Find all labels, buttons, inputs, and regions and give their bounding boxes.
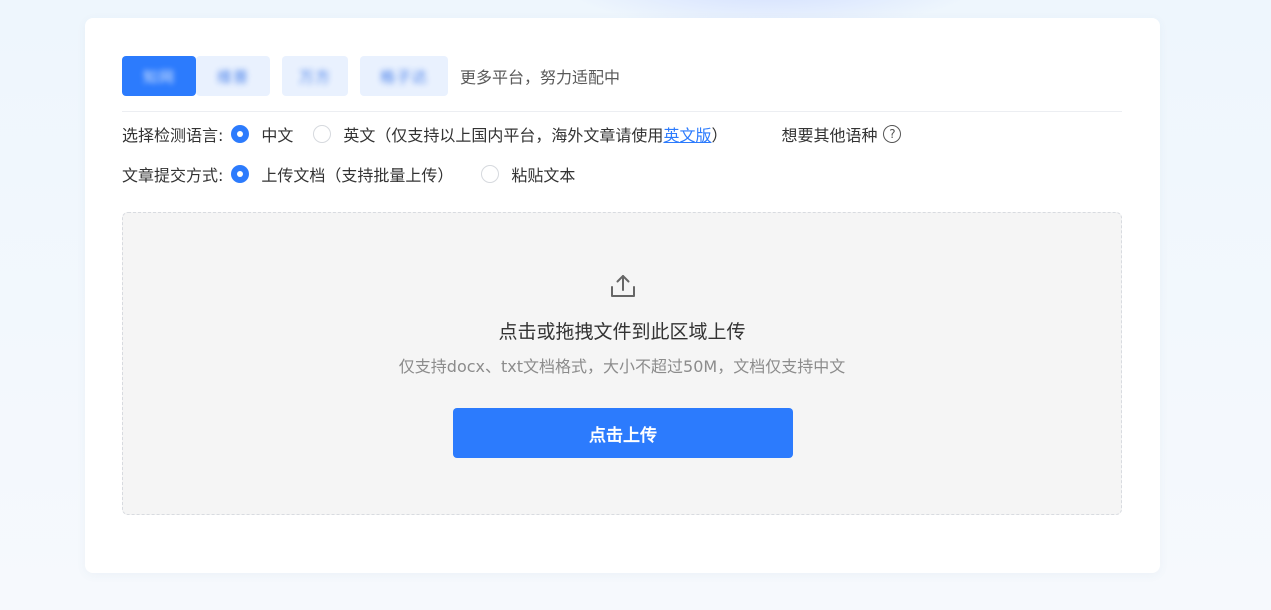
tab-platform-1[interactable]: 知网	[122, 56, 196, 96]
detection-card: 知网 维普 万方 格子达 更多平台，努力适配中 选择检测语言: 中文 英文（仅支…	[85, 18, 1160, 573]
tab-platform-2[interactable]: 维普	[196, 56, 270, 96]
option-label: 英文（仅支持以上国内平台，海外文章请使用	[343, 126, 664, 145]
dropzone-subtitle: 仅支持docx、txt文档格式，大小不超过50M，文档仅支持中文	[398, 357, 846, 376]
radio-paste[interactable]	[481, 165, 500, 183]
more-platforms-note: 更多平台，努力适配中	[460, 68, 621, 87]
submit-option-upload[interactable]: 上传文档（支持批量上传）	[231, 162, 453, 186]
upload-icon	[611, 275, 635, 297]
language-row: 选择检测语言: 中文 英文（仅支持以上国内平台，海外文章请使用 英文版） 想要其他…	[122, 120, 902, 148]
tab-platform-3[interactable]: 万方	[282, 56, 348, 96]
language-option-chinese[interactable]: 中文	[231, 122, 293, 146]
submit-mode-row: 文章提交方式: 上传文档（支持批量上传） 粘贴文本	[122, 160, 575, 188]
platform-tabs: 知网 维普 万方 格子达 更多平台，努力适配中	[122, 56, 620, 96]
tab-label: 万方	[298, 67, 331, 86]
tab-label: 知网	[142, 67, 175, 86]
submit-option-paste[interactable]: 粘贴文本	[481, 162, 575, 186]
option-label-suffix: ）	[711, 126, 728, 145]
language-label: 选择检测语言:	[122, 126, 224, 145]
english-version-link[interactable]: 英文版	[663, 122, 711, 146]
help-icon[interactable]: ?	[883, 125, 902, 143]
radio-upload[interactable]	[231, 165, 250, 183]
tab-platform-4[interactable]: 格子达	[360, 56, 448, 96]
submit-mode-label: 文章提交方式:	[122, 166, 224, 185]
option-label: 中文	[261, 126, 294, 145]
option-label: 粘贴文本	[511, 166, 576, 185]
radio-english[interactable]	[313, 125, 332, 143]
divider	[122, 111, 1122, 112]
radio-chinese[interactable]	[231, 125, 250, 143]
upload-button[interactable]: 点击上传	[453, 408, 793, 458]
language-option-english[interactable]: 英文（仅支持以上国内平台，海外文章请使用 英文版）	[313, 122, 727, 146]
upload-dropzone[interactable]: 点击或拖拽文件到此区域上传 仅支持docx、txt文档格式，大小不超过50M，文…	[122, 212, 1122, 515]
other-languages-label: 想要其他语种	[781, 126, 878, 145]
option-label: 上传文档（支持批量上传）	[261, 166, 454, 185]
tab-label: 维普	[216, 67, 249, 86]
tab-label: 格子达	[379, 67, 428, 86]
other-languages[interactable]: 想要其他语种 ?	[781, 122, 902, 146]
dropzone-title: 点击或拖拽文件到此区域上传	[498, 321, 746, 343]
